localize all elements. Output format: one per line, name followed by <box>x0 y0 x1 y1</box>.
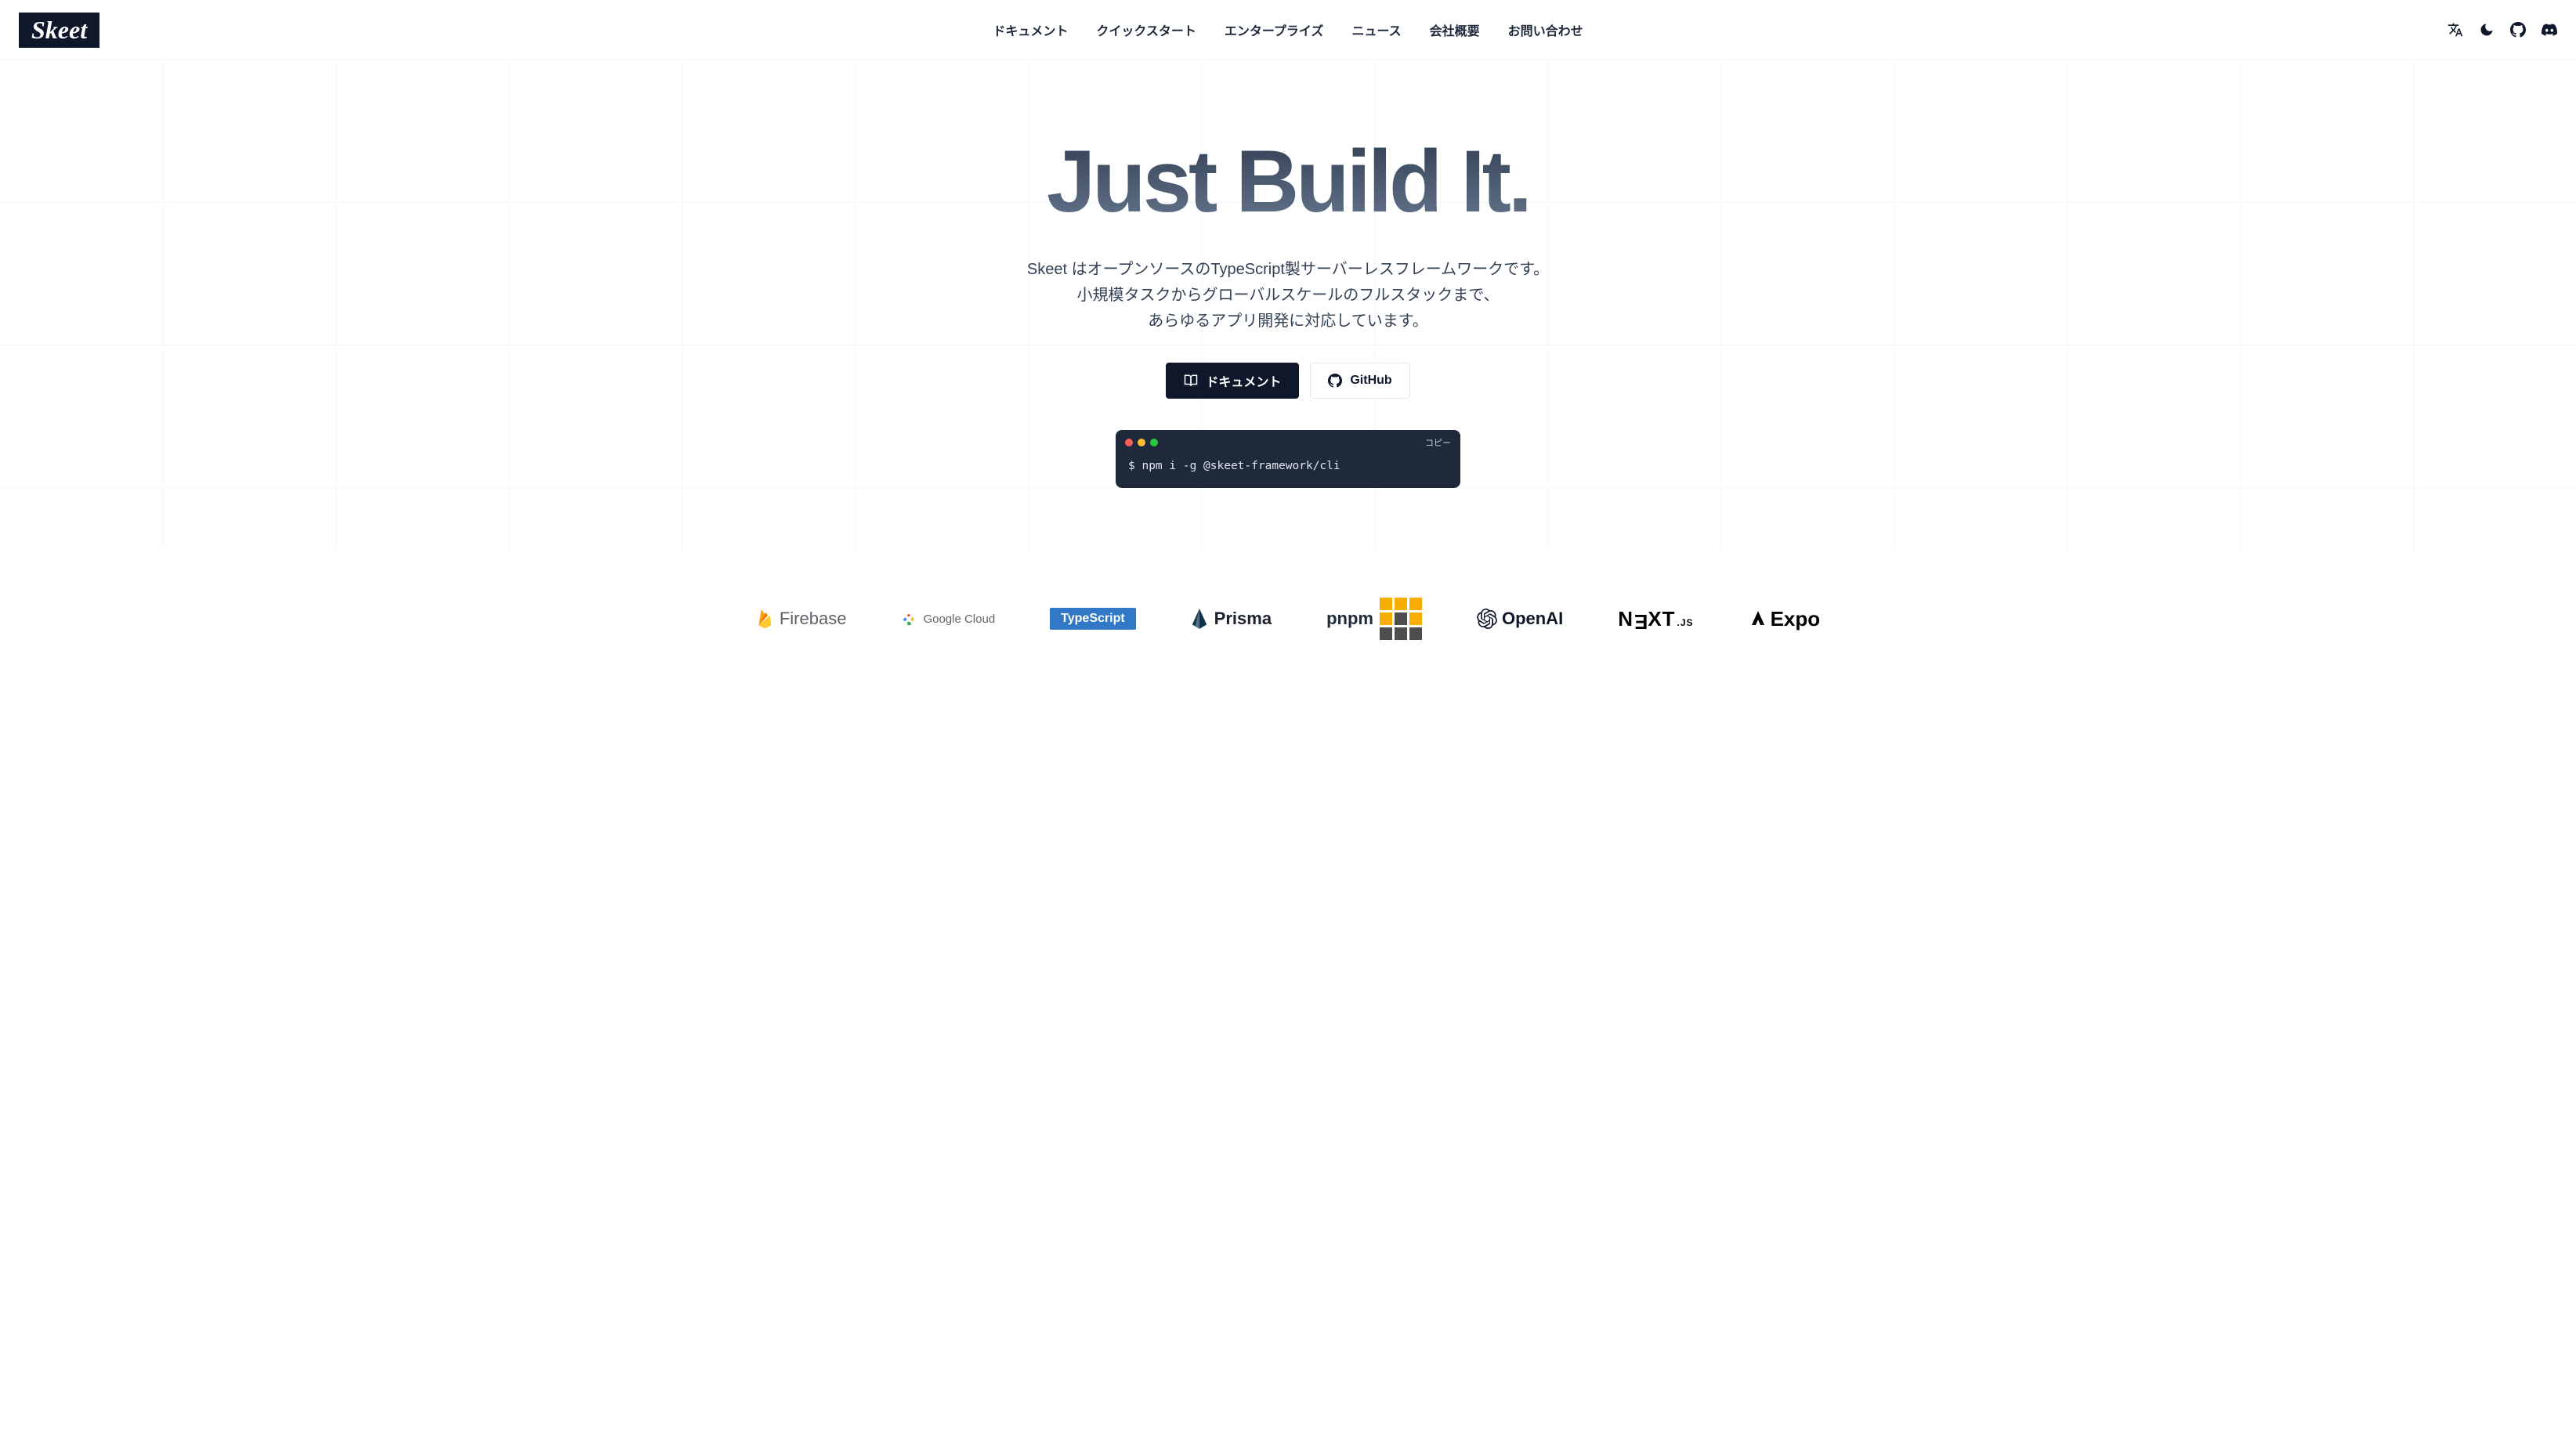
pnpm-logo: pnpm <box>1326 598 1422 640</box>
language-icon[interactable] <box>2448 22 2463 38</box>
docs-button-label: ドキュメント <box>1206 371 1281 390</box>
terminal: コピー $ npm i -g @skeet-framework/cli <box>1116 430 1460 488</box>
expo-icon <box>1749 609 1767 628</box>
nav-quickstart[interactable]: クイックスタート <box>1096 20 1196 39</box>
copy-button[interactable]: コピー <box>1425 436 1451 449</box>
nav-company[interactable]: 会社概要 <box>1430 20 1480 39</box>
prisma-label: Prisma <box>1214 609 1272 629</box>
github-icon[interactable] <box>2510 22 2526 38</box>
header-actions <box>2448 22 2557 38</box>
hero-description: Skeet はオープンソースのTypeScript製サーバーレスフレームワークで… <box>928 257 1648 334</box>
pnpm-label: pnpm <box>1326 609 1373 629</box>
github-button[interactable]: GitHub <box>1310 363 1409 399</box>
hero-desc-line1: Skeet はオープンソースのTypeScript製サーバーレスフレームワークで… <box>928 257 1648 283</box>
next-rest: XT <box>1648 607 1675 631</box>
expo-label: Expo <box>1771 607 1821 631</box>
tech-logos: Firebase Google Cloud TypeScript Prisma … <box>0 551 2576 671</box>
discord-icon[interactable] <box>2542 22 2557 38</box>
pnpm-icon <box>1380 598 1422 640</box>
next-js: .JS <box>1677 617 1694 628</box>
logo[interactable]: Skeet <box>19 13 99 48</box>
openai-label: OpenAI <box>1502 609 1563 629</box>
hero-title: Just Build It. <box>928 138 1648 226</box>
google-cloud-logo: Google Cloud <box>901 611 995 627</box>
terminal-header: コピー <box>1116 430 1460 455</box>
cta-buttons: ドキュメント GitHub <box>928 363 1648 399</box>
prisma-icon <box>1191 608 1208 630</box>
window-maximize-icon <box>1150 439 1158 446</box>
nav-contact[interactable]: お問い合わせ <box>1508 20 1583 39</box>
prisma-logo: Prisma <box>1191 608 1272 630</box>
typescript-logo: TypeScript <box>1050 608 1136 630</box>
next-n: N <box>1618 607 1634 631</box>
openai-logo: OpenAI <box>1477 609 1563 629</box>
firebase-icon <box>756 608 773 630</box>
github-button-label: GitHub <box>1350 374 1391 388</box>
docs-button[interactable]: ドキュメント <box>1166 363 1299 399</box>
book-icon <box>1184 374 1198 388</box>
firebase-label: Firebase <box>780 609 847 629</box>
openai-icon <box>1477 609 1497 629</box>
hero-content: Just Build It. Skeet はオープンソースのTypeScript… <box>912 138 1664 488</box>
expo-logo: Expo <box>1749 607 1821 631</box>
hero-desc-line2: 小規模タスクからグローバルスケールのフルスタックまで、 <box>928 283 1648 309</box>
terminal-dots <box>1125 439 1158 446</box>
gcloud-label: Google Cloud <box>923 612 995 626</box>
firebase-logo: Firebase <box>756 608 847 630</box>
typescript-prefix: Type <box>1061 612 1089 625</box>
window-minimize-icon <box>1138 439 1145 446</box>
theme-toggle-icon[interactable] <box>2479 22 2495 38</box>
nextjs-logo: NEXT.JS <box>1618 607 1693 631</box>
typescript-suffix: Script <box>1089 612 1124 625</box>
terminal-command: $ npm i -g @skeet-framework/cli <box>1116 455 1460 488</box>
github-icon <box>1328 374 1342 388</box>
hero-desc-line3: あらゆるアプリ開発に対応しています。 <box>928 309 1648 334</box>
gcloud-icon <box>901 611 917 627</box>
nav-enterprise[interactable]: エンタープライズ <box>1225 20 1324 39</box>
header: Skeet ドキュメント クイックスタート エンタープライズ ニュース 会社概要… <box>0 0 2576 60</box>
main-nav: ドキュメント クイックスタート エンタープライズ ニュース 会社概要 お問い合わ… <box>993 20 1583 39</box>
window-close-icon <box>1125 439 1133 446</box>
hero-section: Just Build It. Skeet はオープンソースのTypeScript… <box>0 60 2576 551</box>
nav-news[interactable]: ニュース <box>1351 20 1401 39</box>
nav-docs[interactable]: ドキュメント <box>993 20 1068 39</box>
